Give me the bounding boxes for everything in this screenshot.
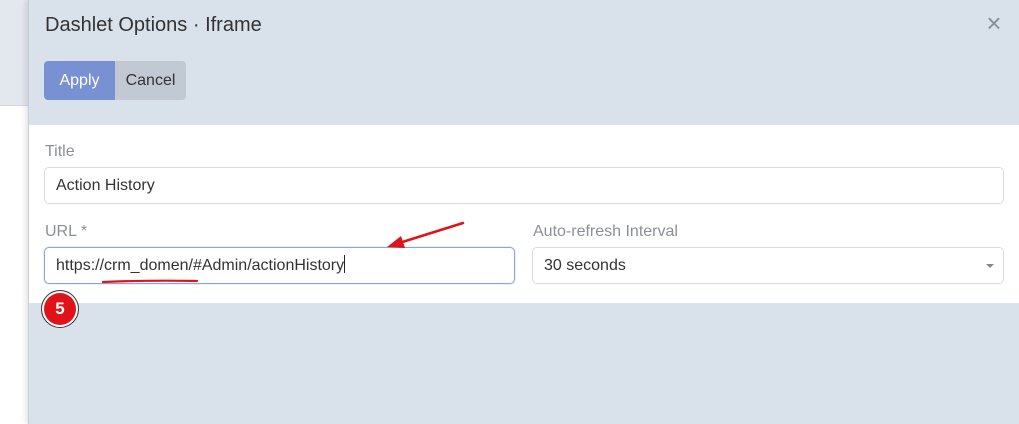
close-icon[interactable]: × — [983, 10, 1005, 36]
action-button-group: Apply Cancel — [44, 61, 186, 100]
background-header-band — [0, 0, 28, 106]
annotation-arrow-icon — [387, 221, 465, 248]
background-page — [0, 0, 28, 424]
url-input-value: https://crm_domen/#Admin/actionHistory — [56, 257, 345, 274]
dropdown-arrow-icon — [986, 264, 994, 268]
dashlet-options-modal: Dashlet Options · Iframe × Apply Cancel … — [28, 0, 1019, 424]
cancel-button[interactable]: Cancel — [115, 61, 186, 100]
url-label: URL * — [45, 223, 88, 240]
title-label: Title — [45, 143, 75, 160]
modal-title: Dashlet Options · Iframe — [45, 14, 262, 36]
apply-button[interactable]: Apply — [44, 61, 115, 100]
options-form-panel: Title Action History URL * https://crm_d… — [29, 125, 1019, 303]
auto-refresh-select[interactable]: 30 seconds — [532, 247, 1004, 284]
text-cursor — [344, 255, 346, 273]
step-number: 5 — [44, 293, 76, 325]
auto-refresh-value: 30 seconds — [544, 257, 626, 274]
step-badge: 5 — [41, 290, 79, 328]
annotation-underline — [102, 279, 198, 284]
title-input[interactable]: Action History — [44, 167, 1004, 204]
auto-refresh-label: Auto-refresh Interval — [533, 223, 678, 240]
